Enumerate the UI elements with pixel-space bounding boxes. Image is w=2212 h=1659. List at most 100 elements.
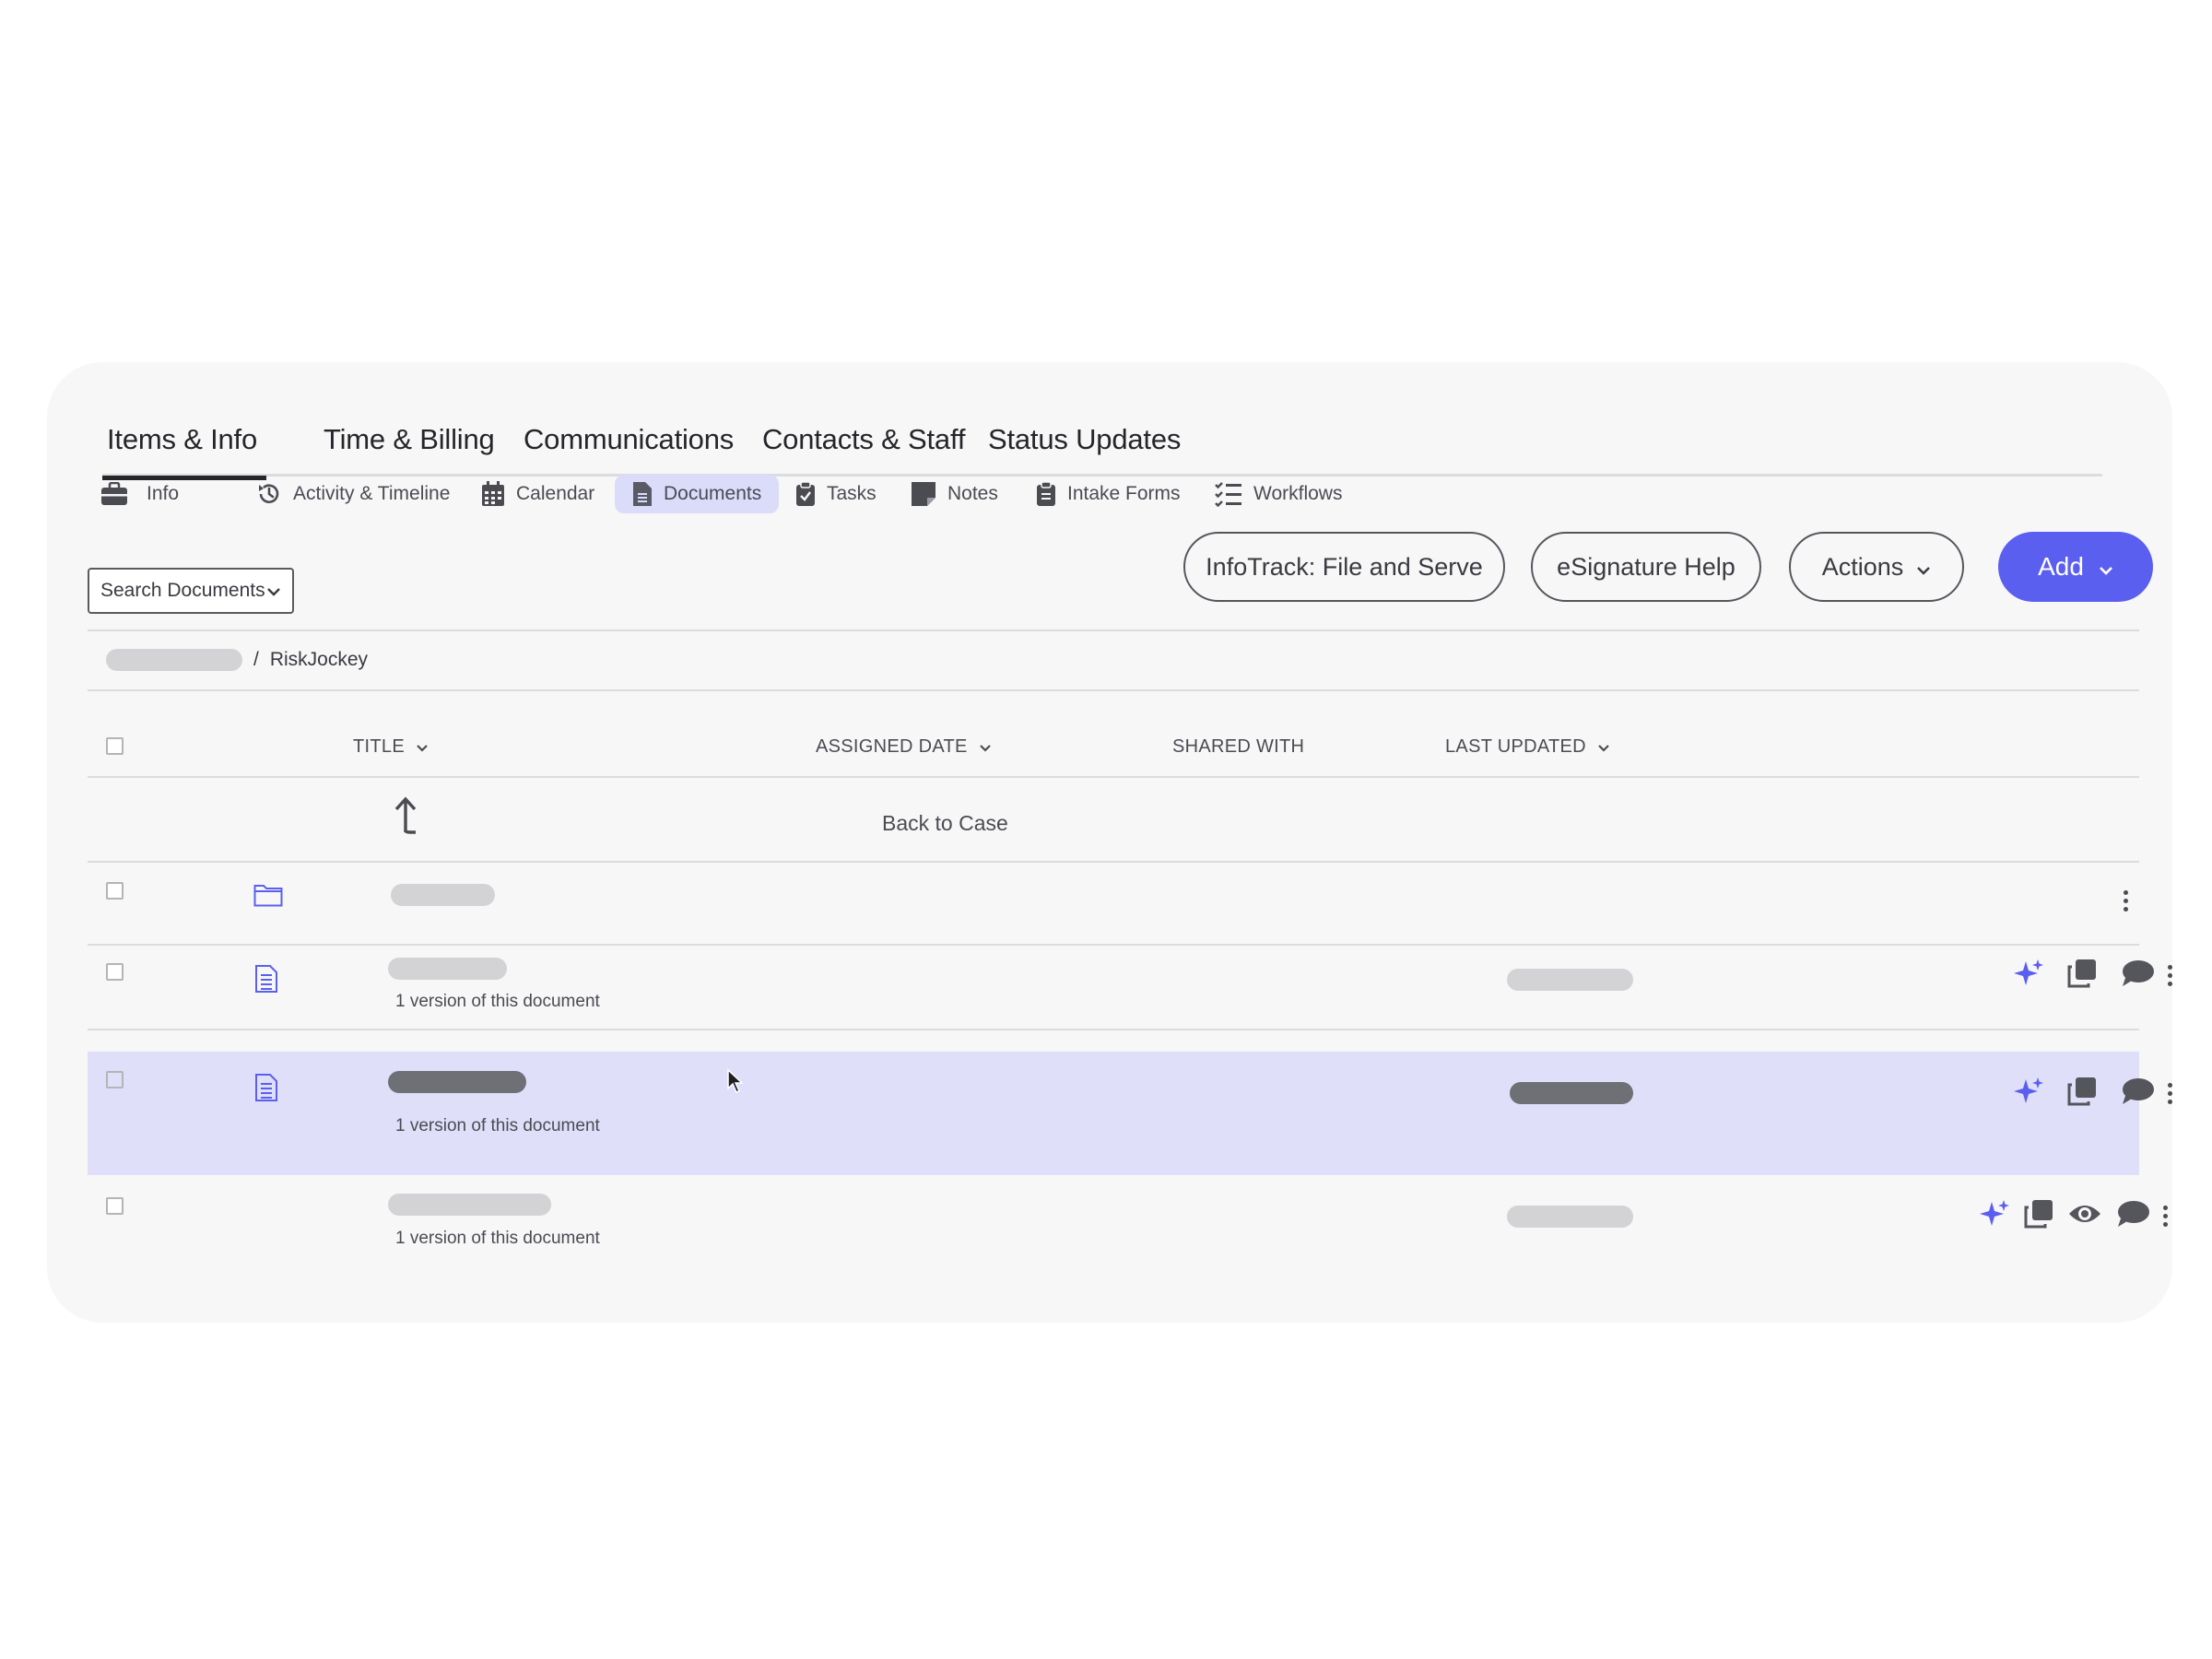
breadcrumb-divider bbox=[88, 689, 2139, 691]
table-row-selected[interactable]: 1 version of this document bbox=[88, 1052, 2172, 1175]
version-note: 1 version of this document bbox=[395, 992, 600, 1011]
case-panel: Items & Info Time & Billing Communicatio… bbox=[47, 362, 2172, 1323]
eye-icon[interactable] bbox=[2067, 1201, 2102, 1231]
copy-icon[interactable] bbox=[2023, 1198, 2054, 1234]
column-shared-with-label: SHARED WITH bbox=[1172, 736, 1305, 757]
copy-icon[interactable] bbox=[2066, 1076, 2098, 1112]
history-icon bbox=[256, 481, 282, 507]
subnav-intake-label: Intake Forms bbox=[1067, 483, 1181, 504]
document-title-redacted[interactable] bbox=[388, 1194, 551, 1216]
last-updated-redacted bbox=[1510, 1082, 1633, 1104]
chevron-down-icon bbox=[266, 580, 281, 602]
subnav-info[interactable]: Info bbox=[100, 475, 179, 513]
calendar-icon bbox=[481, 481, 505, 507]
ai-sparkle-icon[interactable] bbox=[2013, 958, 2044, 994]
chevron-down-icon bbox=[1597, 736, 1610, 758]
table-row[interactable]: 1 version of this document bbox=[88, 946, 2172, 1029]
tab-status-updates[interactable]: Status Updates bbox=[988, 418, 1181, 477]
esignature-label: eSignature Help bbox=[1557, 552, 1735, 581]
ai-sparkle-icon[interactable] bbox=[2013, 1076, 2044, 1112]
subnav-notes[interactable]: Notes bbox=[911, 475, 998, 513]
copy-icon[interactable] bbox=[2066, 958, 2098, 994]
checklist-icon bbox=[1215, 481, 1242, 507]
esignature-help-button[interactable]: eSignature Help bbox=[1531, 532, 1761, 602]
subnav-activity-label: Activity & Timeline bbox=[293, 483, 451, 504]
breadcrumb: / RiskJockey bbox=[106, 649, 368, 671]
search-documents-dropdown[interactable]: Search Documents bbox=[88, 568, 294, 614]
column-assigned-date[interactable]: ASSIGNED DATE bbox=[816, 736, 992, 758]
document-title-redacted[interactable] bbox=[388, 1071, 526, 1093]
subnav-documents-label: Documents bbox=[664, 483, 762, 504]
subnav-documents[interactable]: Documents bbox=[615, 475, 780, 513]
table-row[interactable]: 1 version of this document bbox=[88, 1175, 2168, 1277]
subnav-tasks-label: Tasks bbox=[827, 483, 877, 504]
version-note: 1 version of this document bbox=[395, 1229, 600, 1248]
subnav-calendar[interactable]: Calendar bbox=[481, 475, 594, 513]
comment-icon[interactable] bbox=[2120, 959, 2155, 993]
main-tab-bar: Items & Info Time & Billing Communicatio… bbox=[102, 418, 2102, 480]
comment-icon[interactable] bbox=[2115, 1199, 2150, 1233]
add-button[interactable]: Add bbox=[1998, 532, 2153, 602]
row-checkbox[interactable] bbox=[106, 882, 124, 900]
version-note: 1 version of this document bbox=[395, 1116, 600, 1135]
select-all-checkbox[interactable] bbox=[106, 737, 124, 755]
back-to-case-label: Back to Case bbox=[882, 811, 1008, 835]
tab-contacts-staff[interactable]: Contacts & Staff bbox=[762, 418, 965, 477]
subnav-intake-forms[interactable]: Intake Forms bbox=[1036, 475, 1181, 513]
add-label: Add bbox=[2038, 552, 2084, 581]
folder-icon bbox=[253, 883, 283, 912]
actions-label: Actions bbox=[1821, 552, 1904, 581]
column-title[interactable]: TITLE bbox=[353, 736, 429, 758]
column-assigned-date-label: ASSIGNED DATE bbox=[816, 736, 968, 757]
row-divider bbox=[88, 1029, 2139, 1030]
subnav-activity-timeline[interactable]: Activity & Timeline bbox=[256, 475, 450, 513]
document-icon bbox=[254, 964, 278, 998]
mouse-cursor-icon bbox=[726, 1068, 745, 1099]
briefcase-icon bbox=[100, 482, 128, 506]
subnav-workflows[interactable]: Workflows bbox=[1215, 475, 1342, 513]
infotrack-label: InfoTrack: File and Serve bbox=[1206, 552, 1483, 581]
breadcrumb-redacted-link[interactable] bbox=[106, 649, 242, 671]
table-row[interactable] bbox=[88, 863, 2139, 944]
folder-title-redacted[interactable] bbox=[391, 884, 495, 906]
column-shared-with: SHARED WITH bbox=[1172, 736, 1304, 758]
tab-items-info[interactable]: Items & Info bbox=[102, 418, 266, 480]
row-actions bbox=[2013, 1076, 2173, 1112]
clipboard-icon bbox=[1036, 481, 1056, 507]
more-options-icon[interactable] bbox=[2161, 1206, 2169, 1227]
document-icon bbox=[254, 1073, 278, 1107]
chevron-down-icon bbox=[979, 736, 992, 758]
more-options-icon[interactable] bbox=[2122, 890, 2129, 912]
chevron-down-icon bbox=[416, 736, 429, 758]
toolbar-divider bbox=[88, 629, 2139, 631]
column-last-updated[interactable]: LAST UPDATED bbox=[1445, 736, 1610, 758]
comment-icon[interactable] bbox=[2120, 1077, 2155, 1111]
column-title-label: TITLE bbox=[353, 736, 405, 757]
subnav-calendar-label: Calendar bbox=[516, 483, 595, 504]
chevron-down-icon bbox=[2099, 552, 2113, 582]
tab-time-billing[interactable]: Time & Billing bbox=[324, 418, 495, 477]
row-actions bbox=[1979, 1198, 2169, 1234]
subnav-info-label: Info bbox=[147, 483, 180, 504]
note-icon bbox=[911, 481, 936, 507]
clipboard-check-icon bbox=[795, 481, 816, 507]
row-checkbox[interactable] bbox=[106, 1071, 124, 1088]
last-updated-redacted bbox=[1507, 1206, 1633, 1228]
breadcrumb-current: RiskJockey bbox=[269, 649, 369, 670]
subnav-workflows-label: Workflows bbox=[1253, 483, 1343, 504]
back-arrow-icon bbox=[392, 795, 419, 839]
more-options-icon[interactable] bbox=[2166, 1083, 2173, 1104]
row-checkbox[interactable] bbox=[106, 963, 124, 981]
subnav-tasks[interactable]: Tasks bbox=[795, 475, 877, 513]
back-to-case-row[interactable]: Back to Case bbox=[88, 778, 2139, 861]
tab-communications[interactable]: Communications bbox=[524, 418, 734, 477]
document-title-redacted[interactable] bbox=[388, 958, 507, 980]
search-documents-label: Search Documents bbox=[100, 580, 265, 601]
row-checkbox[interactable] bbox=[106, 1197, 124, 1215]
ai-sparkle-icon[interactable] bbox=[1979, 1198, 2010, 1234]
chevron-down-icon bbox=[1916, 553, 1931, 582]
more-options-icon[interactable] bbox=[2166, 965, 2173, 986]
actions-button[interactable]: Actions bbox=[1789, 532, 1964, 602]
infotrack-file-serve-button[interactable]: InfoTrack: File and Serve bbox=[1183, 532, 1505, 602]
document-icon bbox=[632, 481, 653, 507]
